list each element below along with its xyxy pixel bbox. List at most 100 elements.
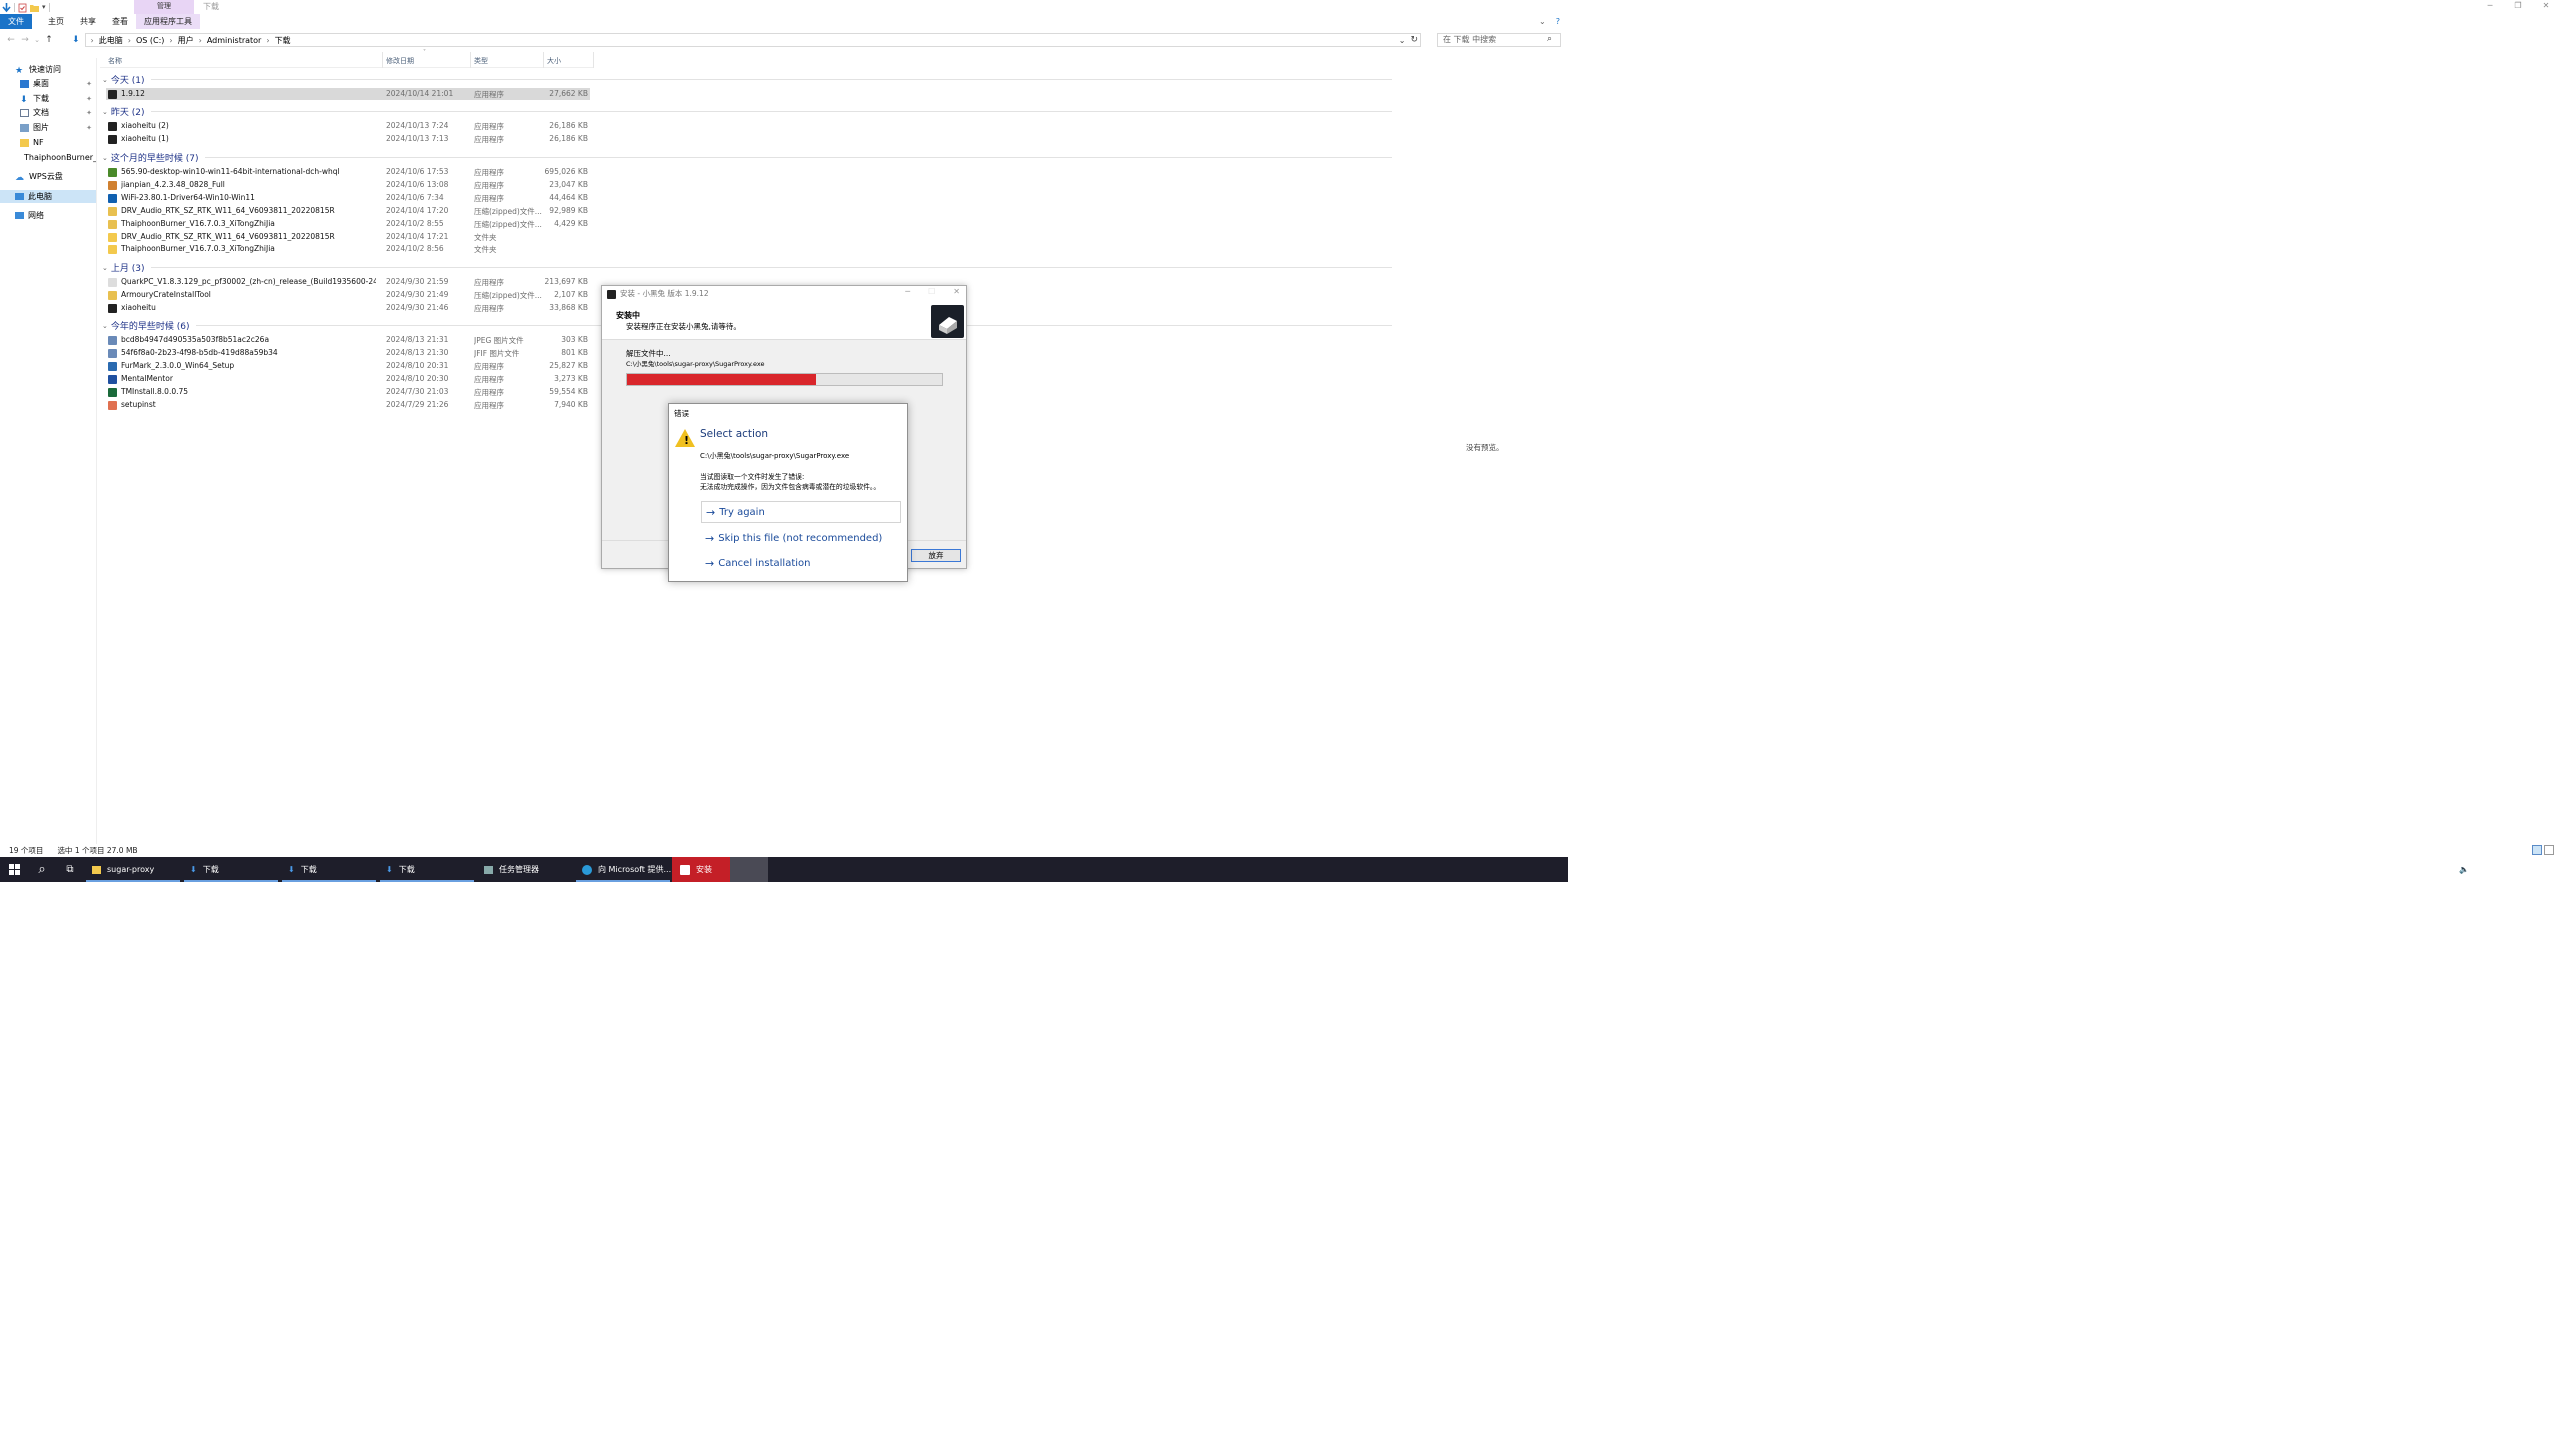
minimize-button[interactable]: ─	[2476, 0, 2504, 13]
search-icon[interactable]: ⌕	[28, 857, 56, 882]
taskbar-app-downloads-3[interactable]: ⬇ 下载	[378, 857, 476, 882]
help-icon[interactable]: ?	[1556, 17, 1568, 26]
group-header[interactable]: ⌄ 今天 (1)	[102, 73, 1392, 86]
file-row[interactable]: 1.9.12 2024/10/14 21:01 应用程序 27,662 KB	[106, 88, 590, 100]
file-row[interactable]: bcd8b4947d490535a503f8b51ac2c26a 2024/8/1…	[106, 334, 590, 346]
back-icon[interactable]: ←	[4, 35, 18, 45]
file-row[interactable]: DRV_Audio_RTK_SZ_RTK_W11_64_V6093811_202…	[106, 205, 590, 217]
nav-item-thaiphoon[interactable]: ThaiphoonBurner_	[0, 151, 96, 164]
breadcrumb-this-pc[interactable]: 此电脑	[99, 35, 123, 46]
ribbon-expand-icon[interactable]: ⌄	[1539, 17, 1556, 26]
file-row[interactable]: 565.90-desktop-win10-win11-64bit-interna…	[106, 166, 590, 178]
breadcrumb-drive[interactable]: OS (C:)	[136, 36, 164, 45]
nav-quick-access[interactable]: ★ 快速访问	[0, 63, 96, 76]
computer-icon	[15, 193, 24, 200]
details-view-icon[interactable]	[2532, 845, 2542, 855]
column-date[interactable]: 修改日期	[386, 56, 414, 66]
file-row[interactable]: 54f6f8a0-2b23-4f98-b5db-419d88a59b34 2024…	[106, 347, 590, 359]
new-folder-icon[interactable]	[30, 3, 39, 12]
file-row[interactable]: xiaoheitu 2024/9/30 21:46 应用程序 33,868 KB	[106, 302, 590, 314]
group-label: 今天 (1)	[110, 76, 145, 86]
column-name[interactable]: 名称	[108, 56, 122, 66]
file-row[interactable]: setupinst 2024/7/29 21:26 应用程序 7,940 KB	[106, 399, 590, 411]
restore-button[interactable]: ❐	[2504, 0, 2532, 13]
file-type: 应用程序	[474, 134, 504, 144]
abort-button[interactable]: 放弃	[911, 549, 961, 562]
tab-file[interactable]: 文件	[0, 14, 32, 29]
qat-dropdown-icon[interactable]: ▾	[42, 3, 46, 11]
search-icon[interactable]: ⌕	[1547, 34, 1552, 44]
file-row[interactable]: TMInstall.8.0.0.75 2024/7/30 21:03 应用程序 59,…	[106, 386, 590, 398]
try-again-button[interactable]: → Try again	[701, 501, 901, 523]
nav-item-documents[interactable]: 文档 ✦	[0, 106, 96, 119]
up-icon[interactable]: ↑	[42, 35, 56, 45]
file-size: 213,697 KB	[544, 277, 588, 286]
file-row[interactable]: ArmouryCrateInstallTool 2024/9/30 21:49 压缩…	[106, 289, 590, 301]
skip-file-button[interactable]: → Skip this file (not recommended)	[701, 527, 901, 549]
file-type: 应用程序	[474, 374, 504, 384]
nav-this-pc[interactable]: 此电脑	[0, 190, 96, 203]
group-header[interactable]: ⌄ 这个月的早些时候 (7)	[102, 151, 1392, 164]
group-header[interactable]: ⌄ 昨天 (2)	[102, 105, 1392, 118]
file-row[interactable]: jianpian_4.2.3.48_0828_Full 2024/10/6 13:…	[106, 179, 590, 191]
file-row[interactable]: QuarkPC_V1.8.3.129_pc_pf30002_(zh-cn)_re…	[106, 276, 590, 288]
tab-app-tools[interactable]: 应用程序工具	[136, 14, 200, 29]
file-icon	[108, 290, 117, 300]
nav-item-downloads[interactable]: ⬇ 下载 ✦	[0, 92, 96, 105]
error-heading: Select action	[700, 428, 769, 440]
forward-icon[interactable]: →	[18, 35, 32, 45]
tab-home[interactable]: 主页	[40, 14, 72, 29]
refresh-icon[interactable]: ↻	[1410, 35, 1418, 45]
volume-icon[interactable]: 🔈	[2459, 865, 2469, 874]
sort-indicator-icon: ˅	[423, 49, 426, 56]
taskbar-app-downloads-2[interactable]: ⬇ 下载	[280, 857, 378, 882]
breadcrumb-administrator[interactable]: Administrator	[207, 36, 262, 45]
download-arrow-icon[interactable]	[2, 2, 11, 12]
column-type[interactable]: 类型	[474, 56, 488, 66]
taskbar-app-downloads-1[interactable]: ⬇ 下载	[182, 857, 280, 882]
column-size[interactable]: 大小	[547, 56, 561, 66]
properties-icon[interactable]	[18, 3, 27, 12]
network-tray-icon[interactable]: ⊡	[2447, 865, 2454, 874]
large-icons-view-icon[interactable]	[2544, 845, 2554, 855]
taskbar-app-sugar-proxy[interactable]: sugar-proxy	[84, 857, 182, 882]
file-row[interactable]: WiFi-23.80.1-Driver64-Win10-Win11 2024/10…	[106, 192, 590, 204]
minimize-icon[interactable]: ─	[905, 287, 910, 296]
file-row[interactable]: xiaoheitu (2) 2024/10/13 7:24 应用程序 26,186 K…	[106, 120, 590, 132]
task-view-icon[interactable]: ⧉	[56, 857, 84, 882]
close-icon[interactable]: ✕	[953, 287, 960, 296]
breadcrumb-downloads[interactable]: 下载	[275, 35, 291, 46]
taskbar-app-task-manager[interactable]: 任务管理器	[476, 857, 574, 882]
taskbar-app-installer[interactable]: 安装	[672, 857, 730, 882]
file-row[interactable]: ThaiphoonBurner_V16.7.0.3_XiTongZhiJia 20…	[106, 218, 590, 230]
search-input[interactable]: 在 下载 中搜索	[1437, 33, 1561, 47]
nav-network[interactable]: 网络	[0, 209, 96, 222]
tray-overflow-icon[interactable]: ^	[2434, 865, 2441, 874]
address-dropdown-icon[interactable]: ⌄	[1399, 36, 1406, 45]
start-windows-icon[interactable]	[0, 857, 28, 882]
nav-item-nf[interactable]: NF	[0, 136, 96, 149]
notification-icon[interactable]: ▭	[2546, 865, 2554, 874]
taskbar-app-blank[interactable]	[730, 857, 768, 882]
cancel-installation-button[interactable]: → Cancel installation	[701, 552, 901, 574]
address-bar[interactable]: ⬇ › 此电脑 › OS (C:) › 用户 › Administrator ›…	[72, 33, 1421, 47]
file-row[interactable]: MentalMentor 2024/8/10 20:30 应用程序 3,273 KB	[106, 373, 590, 385]
maximize-icon[interactable]: ☐	[928, 287, 935, 296]
group-header[interactable]: ⌄ 上月 (3)	[102, 261, 1392, 274]
file-row[interactable]: DRV_Audio_RTK_SZ_RTK_W11_64_V6093811_202…	[106, 231, 590, 243]
file-date: 2024/9/30 21:59	[386, 277, 449, 286]
nav-item-desktop[interactable]: 桌面 ✦	[0, 77, 96, 90]
close-button[interactable]: ✕	[2532, 0, 2560, 13]
taskbar-app-edge[interactable]: 向 Microsoft 提供...	[574, 857, 672, 882]
ime-indicator[interactable]: 英	[2475, 864, 2483, 875]
breadcrumb-users[interactable]: 用户	[178, 35, 194, 46]
file-row[interactable]: ThaiphoonBurner_V16.7.0.3_XiTongZhiJia 20…	[106, 243, 590, 255]
recent-dropdown-icon[interactable]: ⌄	[32, 36, 42, 44]
tab-view[interactable]: 查看	[104, 14, 136, 29]
nav-item-pictures[interactable]: 图片 ✦	[0, 121, 96, 134]
tab-share[interactable]: 共享	[72, 14, 104, 29]
file-row[interactable]: xiaoheitu (1) 2024/10/13 7:13 应用程序 26,186 K…	[106, 133, 590, 145]
clock[interactable]: 21:02:49 2024/10/14	[2489, 860, 2532, 880]
file-row[interactable]: FurMark_2.3.0.0_Win64_Setup 2024/8/10 20:…	[106, 360, 590, 372]
nav-wps-cloud[interactable]: ☁ WPS云盘	[0, 170, 96, 183]
